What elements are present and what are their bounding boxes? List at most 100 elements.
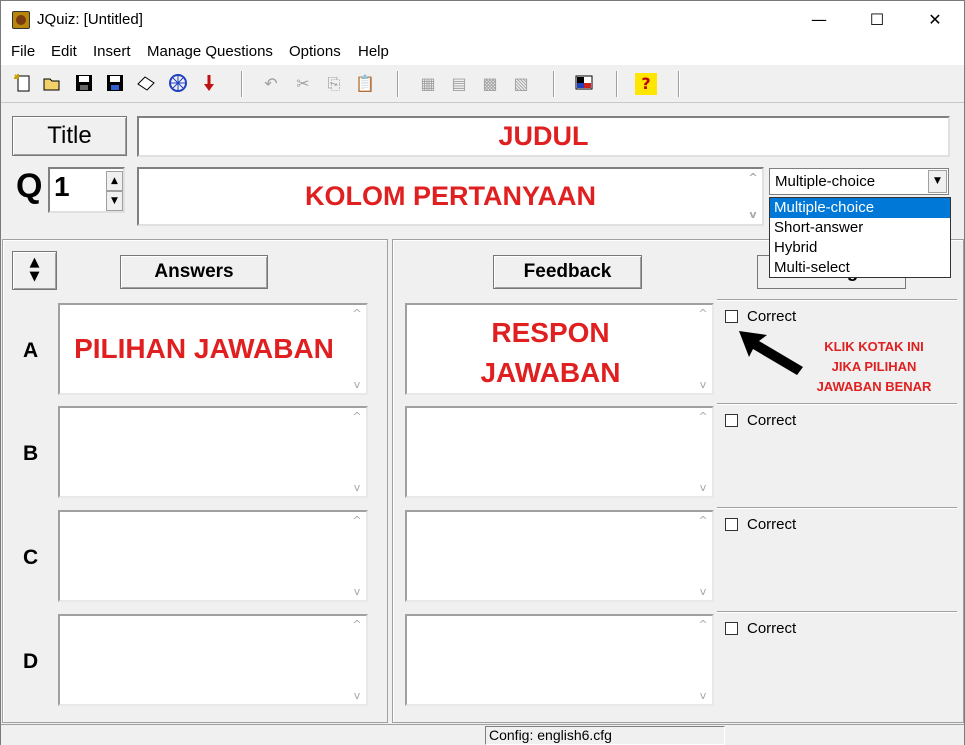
scroll-down-icon[interactable]: v [696, 481, 710, 494]
save-icon[interactable] [73, 73, 95, 95]
help-icon[interactable]: ? [635, 73, 657, 95]
title-button[interactable]: Title [12, 116, 127, 156]
question-number-label: Q [16, 167, 43, 205]
toolbar-separator [678, 71, 680, 97]
open-folder-icon[interactable] [41, 73, 63, 95]
scroll-up-icon[interactable]: ^ [696, 514, 710, 527]
scroll-up-icon[interactable]: ^ [696, 618, 710, 631]
checkbox-icon[interactable] [725, 518, 738, 531]
answer-field-a[interactable]: PILIHAN JAWABAN ^ v [58, 303, 368, 395]
feedback-text-a-line1: RESPON [491, 317, 610, 348]
scroll-down-icon[interactable]: v [350, 481, 364, 494]
feedback-header-button[interactable]: Feedback [493, 255, 642, 289]
scroll-down-icon[interactable]: v [696, 378, 710, 391]
feedback-text-a-line2: JAWABAN [480, 357, 621, 388]
scroll-down-icon[interactable]: v [350, 689, 364, 702]
row-divider [717, 403, 957, 405]
feedback-field-b[interactable]: ^ v [405, 406, 714, 498]
stepper-up-icon[interactable]: ▲ [106, 171, 123, 191]
scroll-down-icon[interactable]: v [746, 208, 760, 222]
scroll-up-icon[interactable]: ^ [696, 307, 710, 320]
answer-field-b[interactable]: ^ v [58, 406, 368, 498]
reorder-answers-button[interactable]: ▲ ▼ [12, 251, 57, 290]
status-bar: Config: english6.cfg [1, 724, 964, 745]
title-field[interactable]: JUDUL [137, 116, 950, 157]
option-multiple-choice[interactable]: Multiple-choice [770, 198, 950, 218]
question-field[interactable]: KOLOM PERTANYAAN ^ v [137, 167, 764, 226]
row-label-d: D [23, 650, 39, 673]
new-file-icon[interactable] [12, 73, 34, 95]
save-as-icon[interactable] [104, 73, 126, 95]
correct-label-c: Correct [747, 516, 797, 533]
arrow-up-down-icon: ▲ ▼ [29, 255, 40, 284]
annotation-line-2: JIKA PILIHAN [831, 359, 917, 374]
maximize-button[interactable]: ☐ [848, 1, 906, 39]
copy-question-icon[interactable]: ▤ [448, 73, 470, 95]
chevron-down-icon[interactable]: ▼ [928, 170, 947, 193]
annotation-line-1: KLIK KOTAK INI [824, 339, 924, 354]
question-number-stepper[interactable]: 1 ▲ ▼ [48, 167, 125, 213]
web-export-icon[interactable] [167, 73, 189, 95]
answer-field-d[interactable]: ^ v [58, 614, 368, 706]
answer-text-a: PILIHAN JAWABAN [74, 333, 334, 364]
export-arrow-icon[interactable] [198, 73, 220, 95]
configure-icon[interactable] [573, 73, 595, 95]
menu-manage-questions[interactable]: Manage Questions [147, 43, 273, 60]
scroll-down-icon[interactable]: v [696, 585, 710, 598]
minimize-button[interactable]: — [790, 1, 848, 39]
toolbar-separator [553, 71, 555, 97]
menu-options[interactable]: Options [289, 43, 341, 60]
add-question-icon[interactable]: ▦ [417, 73, 439, 95]
delete-question-icon[interactable]: ▩ [479, 73, 501, 95]
menu-bar: File Edit Insert Manage Questions Option… [1, 39, 964, 65]
feedback-field-d[interactable]: ^ v [405, 614, 714, 706]
feedback-field-a[interactable]: RESPON JAWABAN ^ v [405, 303, 714, 395]
toolbar-separator [397, 71, 399, 97]
reorder-icon[interactable]: ▧ [510, 73, 532, 95]
scroll-up-icon[interactable]: ^ [350, 618, 364, 631]
row-label-a: A [23, 339, 39, 362]
config-status: Config: english6.cfg [485, 726, 725, 745]
question-type-select[interactable]: Multiple-choice ▼ [769, 168, 949, 195]
scroll-up-icon[interactable]: ^ [696, 410, 710, 423]
close-button[interactable]: ✕ [906, 1, 964, 39]
option-hybrid[interactable]: Hybrid [770, 238, 950, 258]
annotation-arrow-icon [739, 331, 803, 375]
correct-label-a: Correct [747, 308, 797, 325]
stepper-down-icon[interactable]: ▼ [106, 191, 123, 211]
scroll-down-icon[interactable]: v [350, 585, 364, 598]
menu-file[interactable]: File [11, 43, 35, 60]
scroll-up-icon[interactable]: ^ [350, 307, 364, 320]
copy-icon[interactable]: ⎘ [323, 73, 345, 95]
checkbox-icon[interactable] [725, 622, 738, 635]
option-multi-select[interactable]: Multi-select [770, 258, 950, 278]
scroll-down-icon[interactable]: v [350, 378, 364, 391]
scroll-up-icon[interactable]: ^ [350, 514, 364, 527]
checkbox-icon[interactable] [725, 310, 738, 323]
undo-icon[interactable]: ↶ [260, 73, 282, 95]
toolbar-separator [616, 71, 618, 97]
row-divider [717, 507, 957, 509]
toolbar-separator [241, 71, 243, 97]
paste-icon[interactable]: 📋 [354, 73, 376, 95]
answers-header-button[interactable]: Answers [120, 255, 268, 289]
scroll-down-icon[interactable]: v [696, 689, 710, 702]
annotation-line-3: JAWABAN BENAR [816, 379, 932, 394]
scroll-up-icon[interactable]: ^ [746, 171, 760, 185]
menu-edit[interactable]: Edit [51, 43, 77, 60]
menu-insert[interactable]: Insert [93, 43, 131, 60]
answer-field-c[interactable]: ^ v [58, 510, 368, 602]
option-short-answer[interactable]: Short-answer [770, 218, 950, 238]
correct-label-d: Correct [747, 620, 797, 637]
clear-icon[interactable] [135, 73, 157, 95]
question-number-value: 1 [54, 171, 70, 202]
scroll-up-icon[interactable]: ^ [350, 410, 364, 423]
row-divider [717, 299, 957, 301]
cut-icon[interactable]: ✂ [292, 73, 314, 95]
row-label-b: B [23, 442, 39, 465]
question-type-selected: Multiple-choice [775, 173, 876, 190]
feedback-field-c[interactable]: ^ v [405, 510, 714, 602]
question-text: KOLOM PERTANYAAN [304, 181, 596, 211]
menu-help[interactable]: Help [358, 43, 389, 60]
checkbox-icon[interactable] [725, 414, 738, 427]
